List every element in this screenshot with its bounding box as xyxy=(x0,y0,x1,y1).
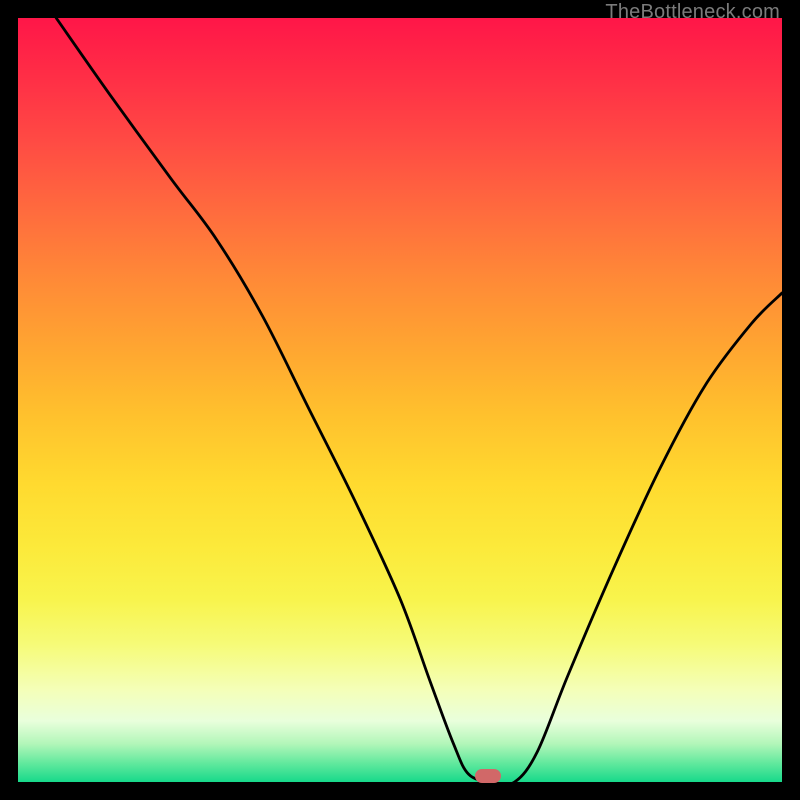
min-marker xyxy=(475,769,501,783)
plot-area xyxy=(18,18,782,782)
bottleneck-curve xyxy=(56,18,782,782)
chart-frame: TheBottleneck.com xyxy=(0,0,800,800)
curve-svg xyxy=(18,18,782,782)
